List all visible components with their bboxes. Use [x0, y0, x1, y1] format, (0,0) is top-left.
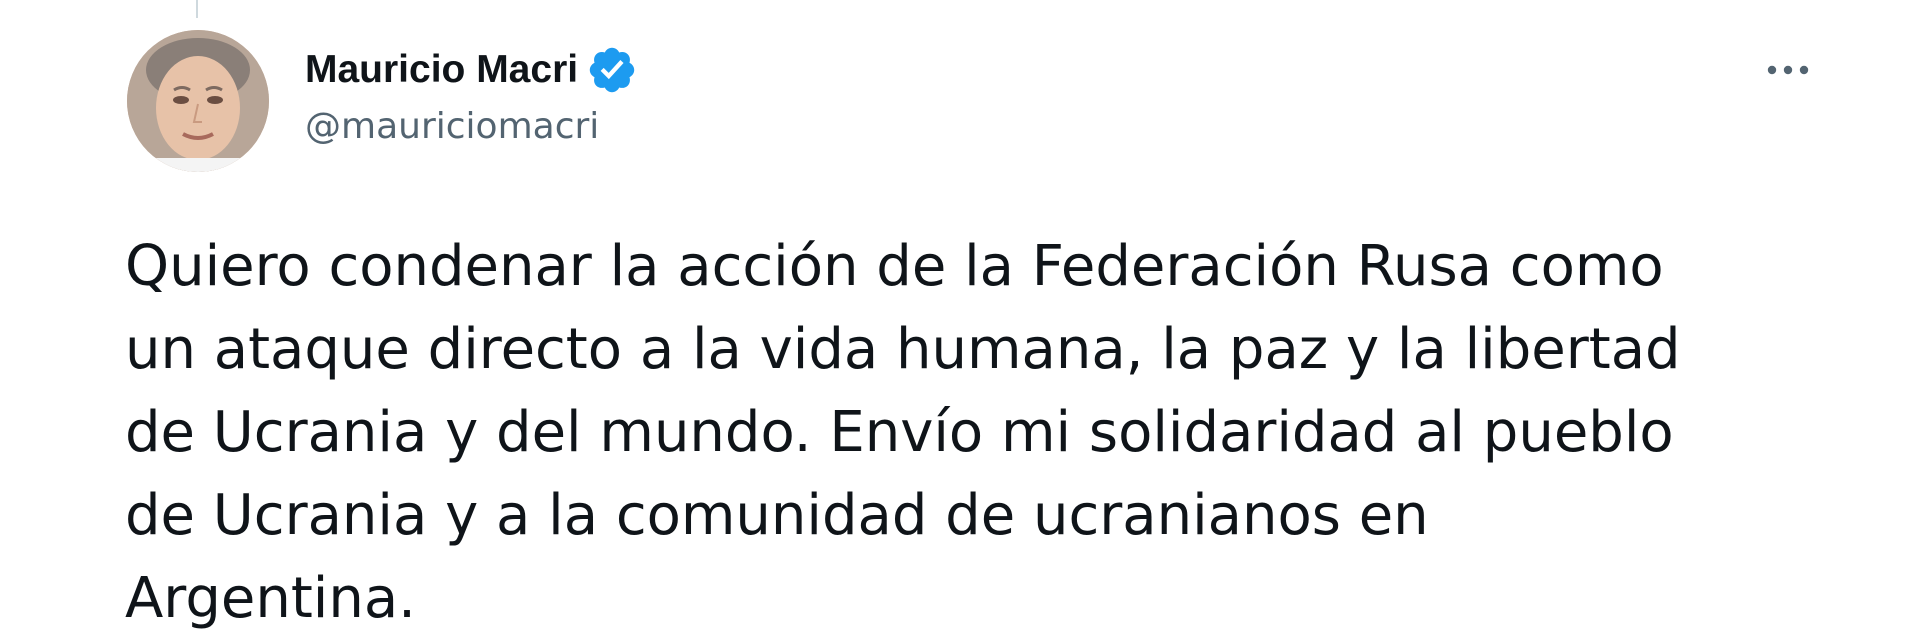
- tweet-text: Quiero condenar la acción de la Federaci…: [125, 234, 1681, 631]
- more-options-button[interactable]: [1760, 48, 1816, 92]
- thread-connector-line: [196, 0, 198, 18]
- verified-badge-icon: [586, 44, 638, 96]
- author-display-name[interactable]: Mauricio Macri: [305, 48, 578, 92]
- avatar[interactable]: [127, 30, 269, 172]
- author-handle[interactable]: @mauriciomacri: [305, 106, 599, 147]
- profile-photo: [127, 30, 269, 172]
- more-horizontal-icon: [1767, 65, 1809, 75]
- author-name-row[interactable]: Mauricio Macri: [305, 44, 638, 96]
